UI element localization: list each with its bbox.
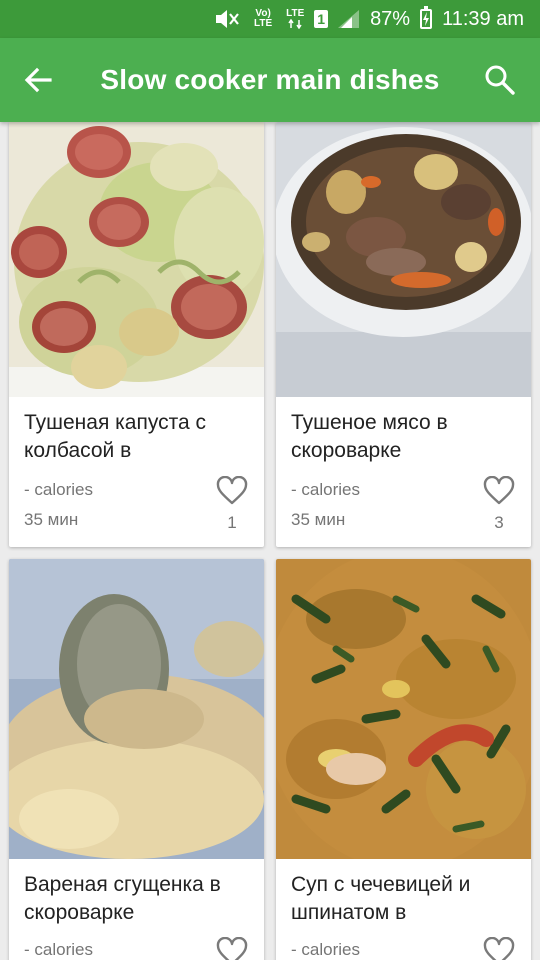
battery-percent: 87% [370, 7, 411, 30]
lte-indicator: LTE [286, 9, 304, 29]
recipe-calories: - calories [24, 940, 93, 959]
mute-icon [216, 10, 239, 28]
recipe-title: Тушеное мясо в скороварке [291, 411, 448, 462]
data-arrows-icon [288, 19, 302, 29]
recipe-calories: - calories [24, 480, 93, 499]
heart-icon[interactable] [483, 476, 515, 506]
recipe-title: Суп с чечевицей и шпинатом в [291, 873, 471, 924]
recipe-card[interactable]: Вареная сгущенка в скороварке - calories [9, 559, 264, 960]
recipe-photo [9, 559, 264, 859]
sim-slot-badge: 1 [314, 10, 329, 28]
recipe-calories: - calories [291, 480, 360, 499]
recipe-grid: Тушеная капуста с колбасой в - calories … [0, 122, 540, 960]
recipe-card[interactable]: Тушеная капуста с колбасой в - calories … [9, 122, 264, 547]
heart-icon[interactable] [216, 937, 248, 960]
page-title: Slow cooker main dishes [100, 64, 440, 95]
recipe-card[interactable]: Тушеное мясо в скороварке - calories 35 … [276, 122, 531, 547]
battery-icon [420, 6, 433, 29]
recipe-title: Вареная сгущенка в скороварке [24, 873, 221, 924]
app-bar: Slow cooker main dishes [0, 38, 540, 122]
clock: 11:39 am [442, 7, 524, 30]
signal-icon [338, 10, 360, 28]
search-icon[interactable] [482, 62, 518, 98]
recipe-photo [276, 122, 531, 397]
recipe-photo [276, 559, 531, 859]
recipe-photo [9, 122, 264, 397]
like-count: 3 [494, 513, 504, 532]
recipe-calories: - calories [291, 940, 360, 959]
heart-icon[interactable] [216, 476, 248, 506]
status-bar: Vo) LTE LTE 1 87% 11:39 am [0, 0, 540, 38]
recipe-time: 35 мин [24, 510, 79, 529]
volte-indicator: Vo) LTE [254, 8, 273, 29]
recipe-title: Тушеная капуста с колбасой в [24, 411, 207, 462]
like-count: 1 [227, 513, 237, 532]
heart-icon[interactable] [483, 937, 515, 960]
recipe-card[interactable]: Суп с чечевицей и шпинатом в - calories [276, 559, 531, 960]
recipe-time: 35 мин [291, 510, 346, 529]
